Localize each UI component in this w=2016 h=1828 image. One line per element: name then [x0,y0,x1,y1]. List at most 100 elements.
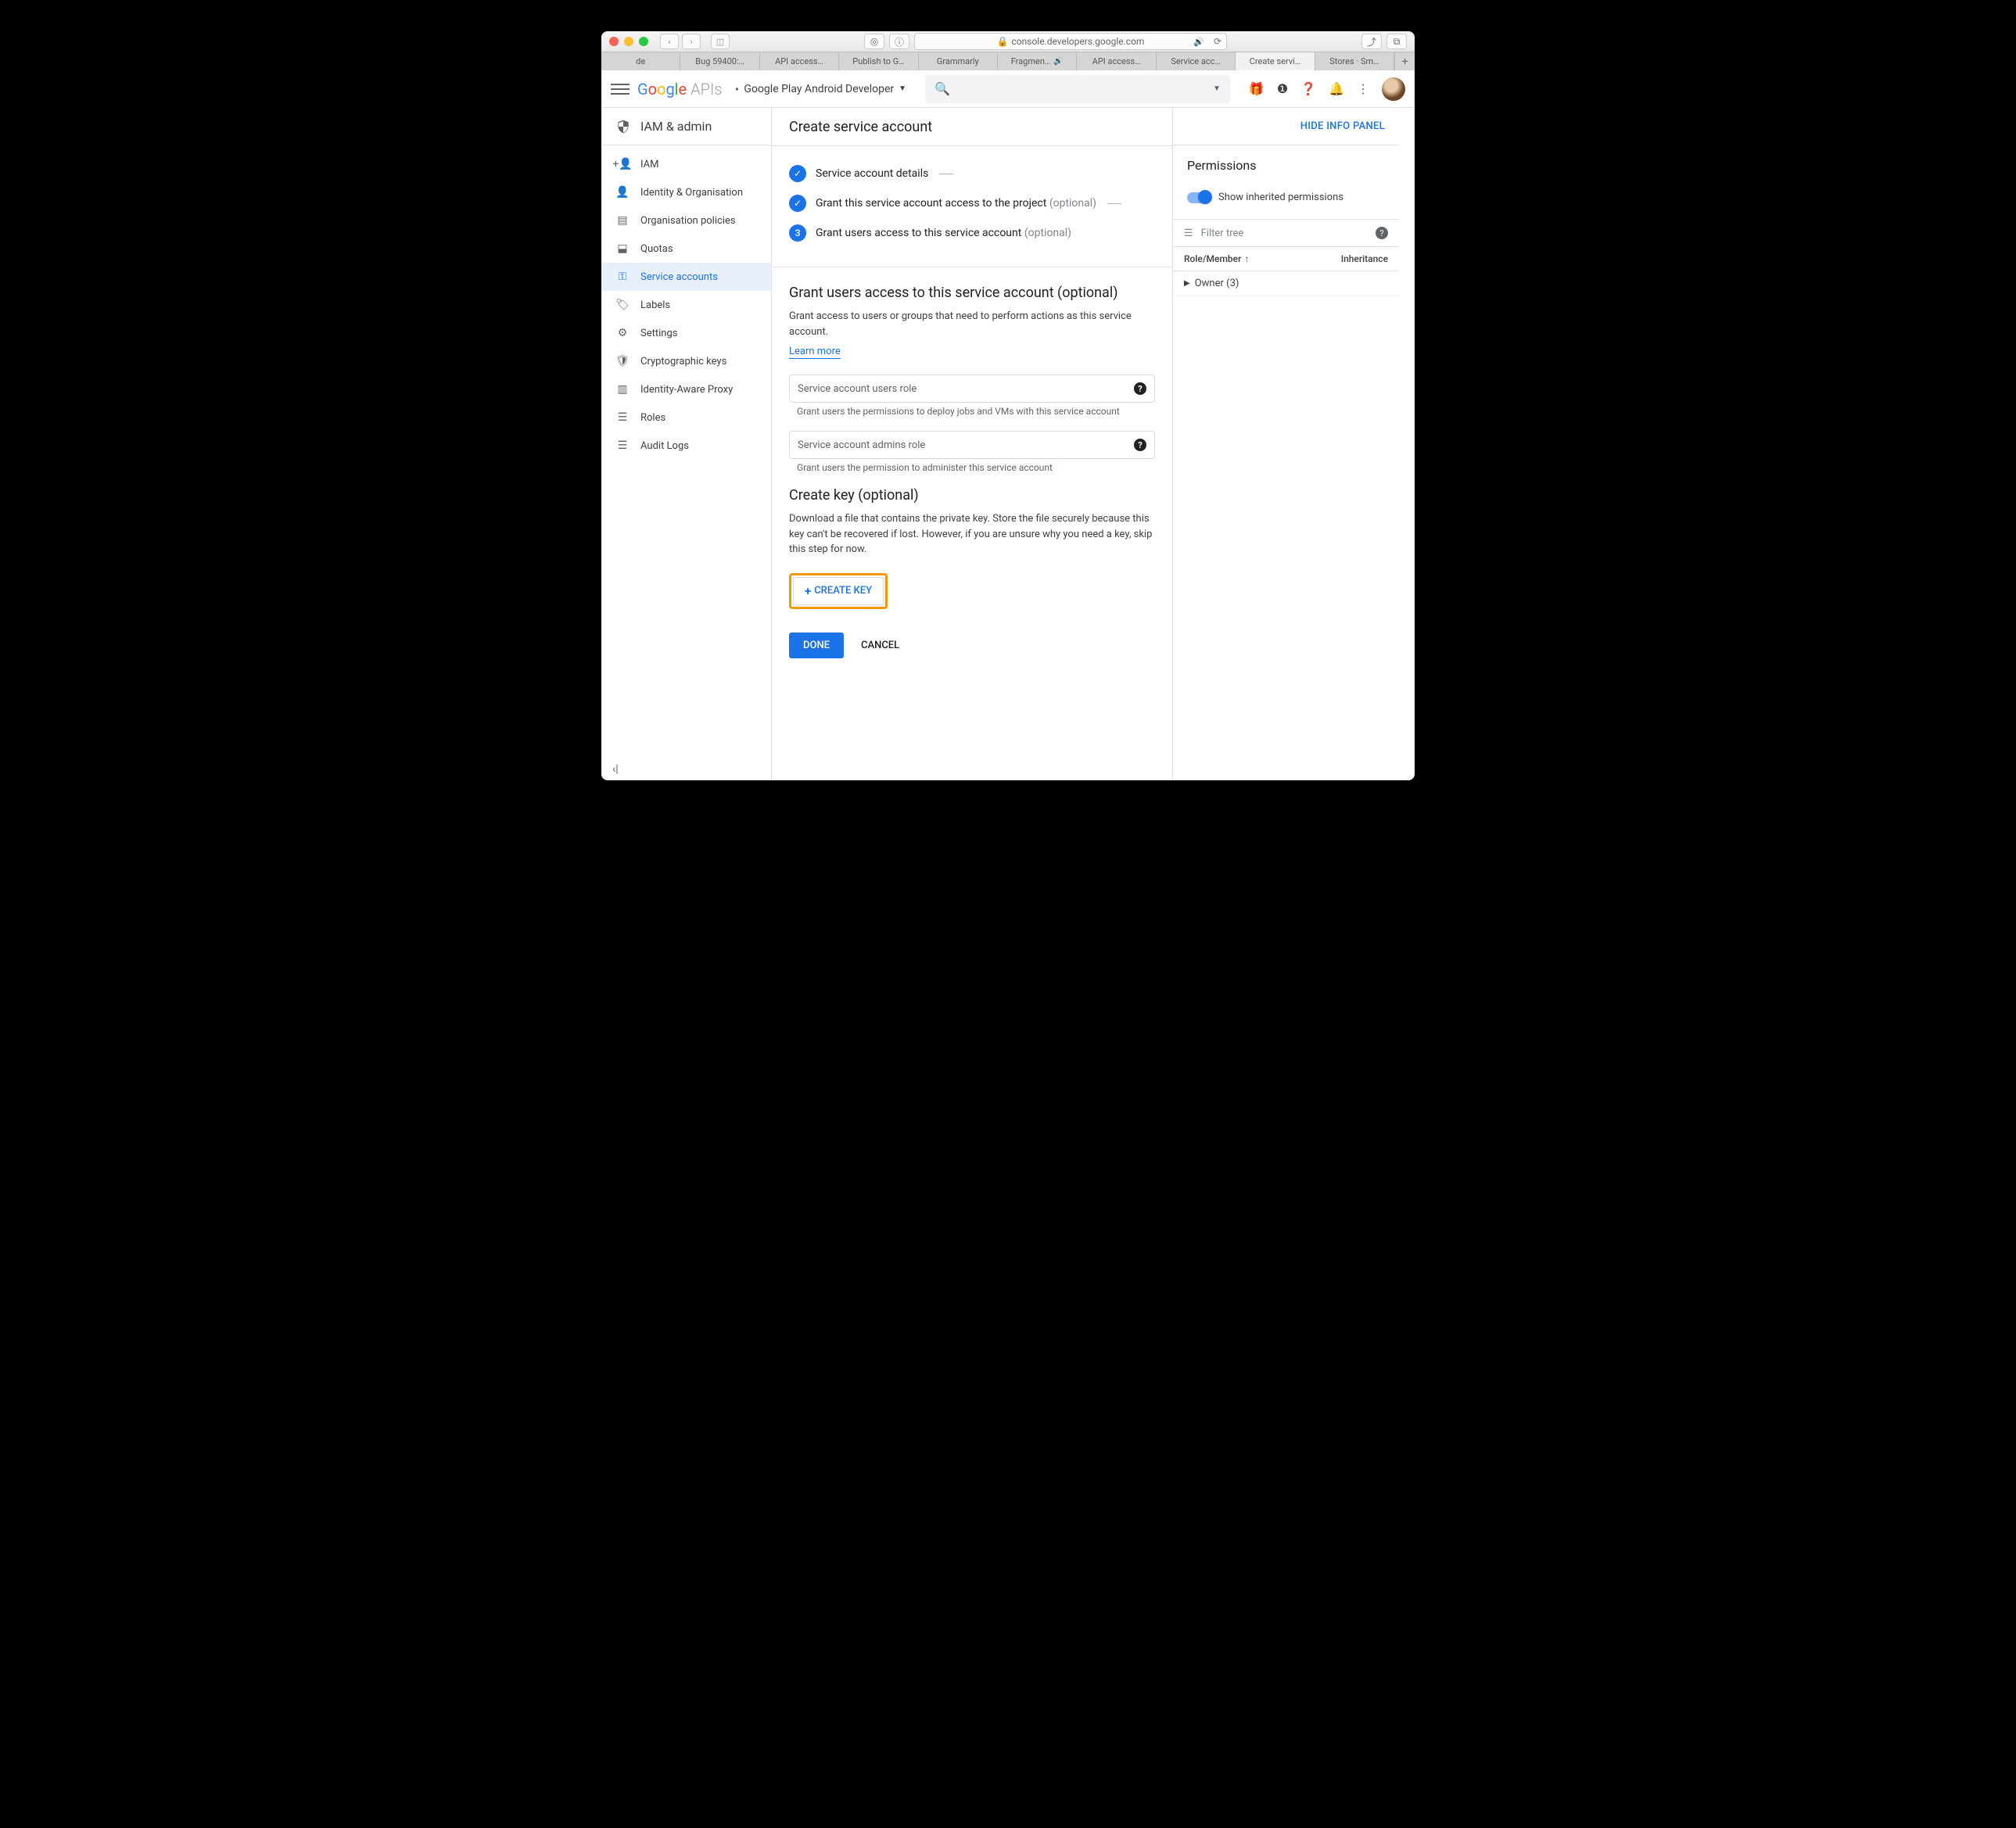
table-row[interactable]: ▶ Owner (3) [1173,271,1399,296]
step-3: 3 Grant users access to this service acc… [789,218,1155,248]
window-titlebar: ‹ › ◫ ◎ ⓘ 🔒 console.developers.google.co… [601,31,1415,52]
collapse-sidebar-button[interactable]: ‹| [601,758,771,780]
browser-tab[interactable]: API access… [1077,52,1156,70]
users-role-input[interactable]: Service account users role ? [789,375,1155,403]
maximize-window-icon[interactable] [639,37,648,46]
chevron-down-icon[interactable]: ▼ [1213,84,1221,93]
sidebar-item-identity[interactable]: 👤Identity & Organisation [601,178,771,206]
create-key-heading: Create key (optional) [789,487,1155,504]
sidebar-title: IAM & admin [601,108,771,145]
browser-tab[interactable]: Service acc… [1157,52,1236,70]
done-button[interactable]: DONE [789,633,844,658]
sidebar-item-crypto[interactable]: 🛡Cryptographic keys [601,347,771,375]
browser-tab[interactable]: Fragmen…🔊 [998,52,1077,70]
page-title: Create service account [772,108,1172,145]
person-add-icon: +👤 [615,158,630,170]
plus-icon: + [805,584,811,598]
help-icon[interactable]: ? [1376,227,1388,239]
step-number-icon: 3 [789,224,806,242]
sidebar-item-labels[interactable]: 🏷Labels [601,291,771,319]
search-icon: 🔍 [934,81,950,96]
extension-button-2[interactable]: ⓘ [889,34,909,49]
admins-role-input[interactable]: Service account admins role ? [789,431,1155,459]
browser-tab[interactable]: Stores · Sm… [1315,52,1394,70]
browser-tab[interactable]: Publish to G… [839,52,918,70]
sidebar-item-iam[interactable]: +👤IAM [601,150,771,178]
shield-icon [615,119,631,134]
info-panel: HIDE INFO PANEL Permissions Show inherit… [1172,108,1399,780]
filter-icon[interactable]: ☰ [1184,228,1193,239]
help-icon[interactable]: ❓ [1300,81,1316,96]
search-input[interactable] [958,83,1205,95]
more-icon[interactable]: ⋮ [1357,81,1369,96]
sidebar-item-audit[interactable]: ☰Audit Logs [601,432,771,460]
bell-icon[interactable]: 🔔 [1329,81,1344,96]
help-icon[interactable]: ? [1134,439,1146,451]
gift-icon[interactable]: 🎁 [1249,81,1264,96]
create-key-highlight: + CREATE KEY [789,573,888,609]
extension-button-1[interactable]: ◎ [864,34,884,49]
gear-icon: ⚙ [615,327,630,339]
cancel-button[interactable]: CANCEL [861,640,899,651]
avatar[interactable] [1382,77,1405,101]
tag-icon: 🏷 [615,299,630,311]
tabs-button[interactable]: ⧉ [1386,34,1407,49]
speaker-icon[interactable]: 🔊 [1193,37,1204,47]
project-selector[interactable]: ⬪⬪ Google Play Android Developer ▼ [736,83,906,95]
inherited-permissions-toggle[interactable] [1187,192,1211,203]
menu-icon[interactable] [611,80,630,99]
filter-input[interactable]: Filter tree [1201,228,1368,239]
person-icon: 👤 [615,186,630,199]
create-key-button[interactable]: + CREATE KEY [793,577,884,605]
close-window-icon[interactable] [609,37,619,46]
sidebar-item-quotas[interactable]: ⬓Quotas [601,235,771,263]
lock-icon: 🔒 [997,36,1009,47]
sidebar-item-orgpolicies[interactable]: ▤Organisation policies [601,206,771,235]
sidebar-item-service-accounts[interactable]: ⚿Service accounts [601,263,771,291]
grant-description: Grant access to users or groups that nee… [789,309,1155,339]
browser-tab[interactable]: de [601,52,680,70]
sidebar-item-iap[interactable]: ▥Identity-Aware Proxy [601,375,771,403]
sidebar: IAM & admin +👤IAM 👤Identity & Organisati… [601,108,772,780]
browser-tab-bar: de Bug 59400:… API access… Publish to G…… [601,52,1415,70]
forward-button[interactable]: › [682,34,701,49]
quota-icon: ⬓ [615,242,630,255]
column-role-member[interactable]: Role/Member ↑ [1184,253,1341,264]
list-icon: ☰ [615,439,630,452]
expand-icon[interactable]: ▶ [1184,279,1190,288]
service-account-icon: ⚿ [615,271,630,283]
reload-icon[interactable]: ⟳ [1214,36,1221,47]
chevron-down-icon: ▼ [899,84,906,93]
browser-tab-active[interactable]: Create servi… [1236,52,1315,70]
stepper: ✓ Service account details ✓ Grant this s… [772,146,1172,267]
url-bar[interactable]: 🔒 console.developers.google.com 🔊 ⟳ [914,33,1227,50]
sidebar-item-settings[interactable]: ⚙Settings [601,319,771,347]
alert-icon[interactable]: ❶ [1277,81,1288,96]
new-tab-button[interactable]: + [1394,52,1415,70]
permissions-heading: Permissions [1173,145,1399,185]
minimize-window-icon[interactable] [624,37,633,46]
grant-heading: Grant users access to this service accou… [789,285,1155,301]
back-button[interactable]: ‹ [660,34,679,49]
permissions-table-header: Role/Member ↑ Inheritance [1173,247,1399,271]
arrow-up-icon: ↑ [1244,253,1249,264]
sidebar-toggle-button[interactable]: ◫ [711,34,730,49]
sidebar-item-roles[interactable]: ☰Roles [601,403,771,432]
search-bar[interactable]: 🔍 ▼ [925,75,1230,103]
speaker-icon: 🔊 [1053,57,1063,66]
check-icon: ✓ [789,165,806,182]
browser-tab[interactable]: API access… [760,52,839,70]
column-inheritance[interactable]: Inheritance [1341,253,1388,264]
browser-tab[interactable]: Grammarly [919,52,998,70]
browser-tab[interactable]: Bug 59400:… [680,52,759,70]
share-button[interactable]: ⤴ [1361,34,1382,49]
toggle-label: Show inherited permissions [1218,192,1343,203]
help-icon[interactable]: ? [1134,382,1146,395]
project-name: Google Play Android Developer [744,83,894,95]
step-1[interactable]: ✓ Service account details [789,159,1155,188]
step-2[interactable]: ✓ Grant this service account access to t… [789,188,1155,218]
google-apis-logo[interactable]: Google APIs [637,80,722,99]
learn-more-link[interactable]: Learn more [789,346,841,359]
hide-info-panel-button[interactable]: HIDE INFO PANEL [1300,120,1385,132]
proxy-icon: ▥ [615,383,630,396]
